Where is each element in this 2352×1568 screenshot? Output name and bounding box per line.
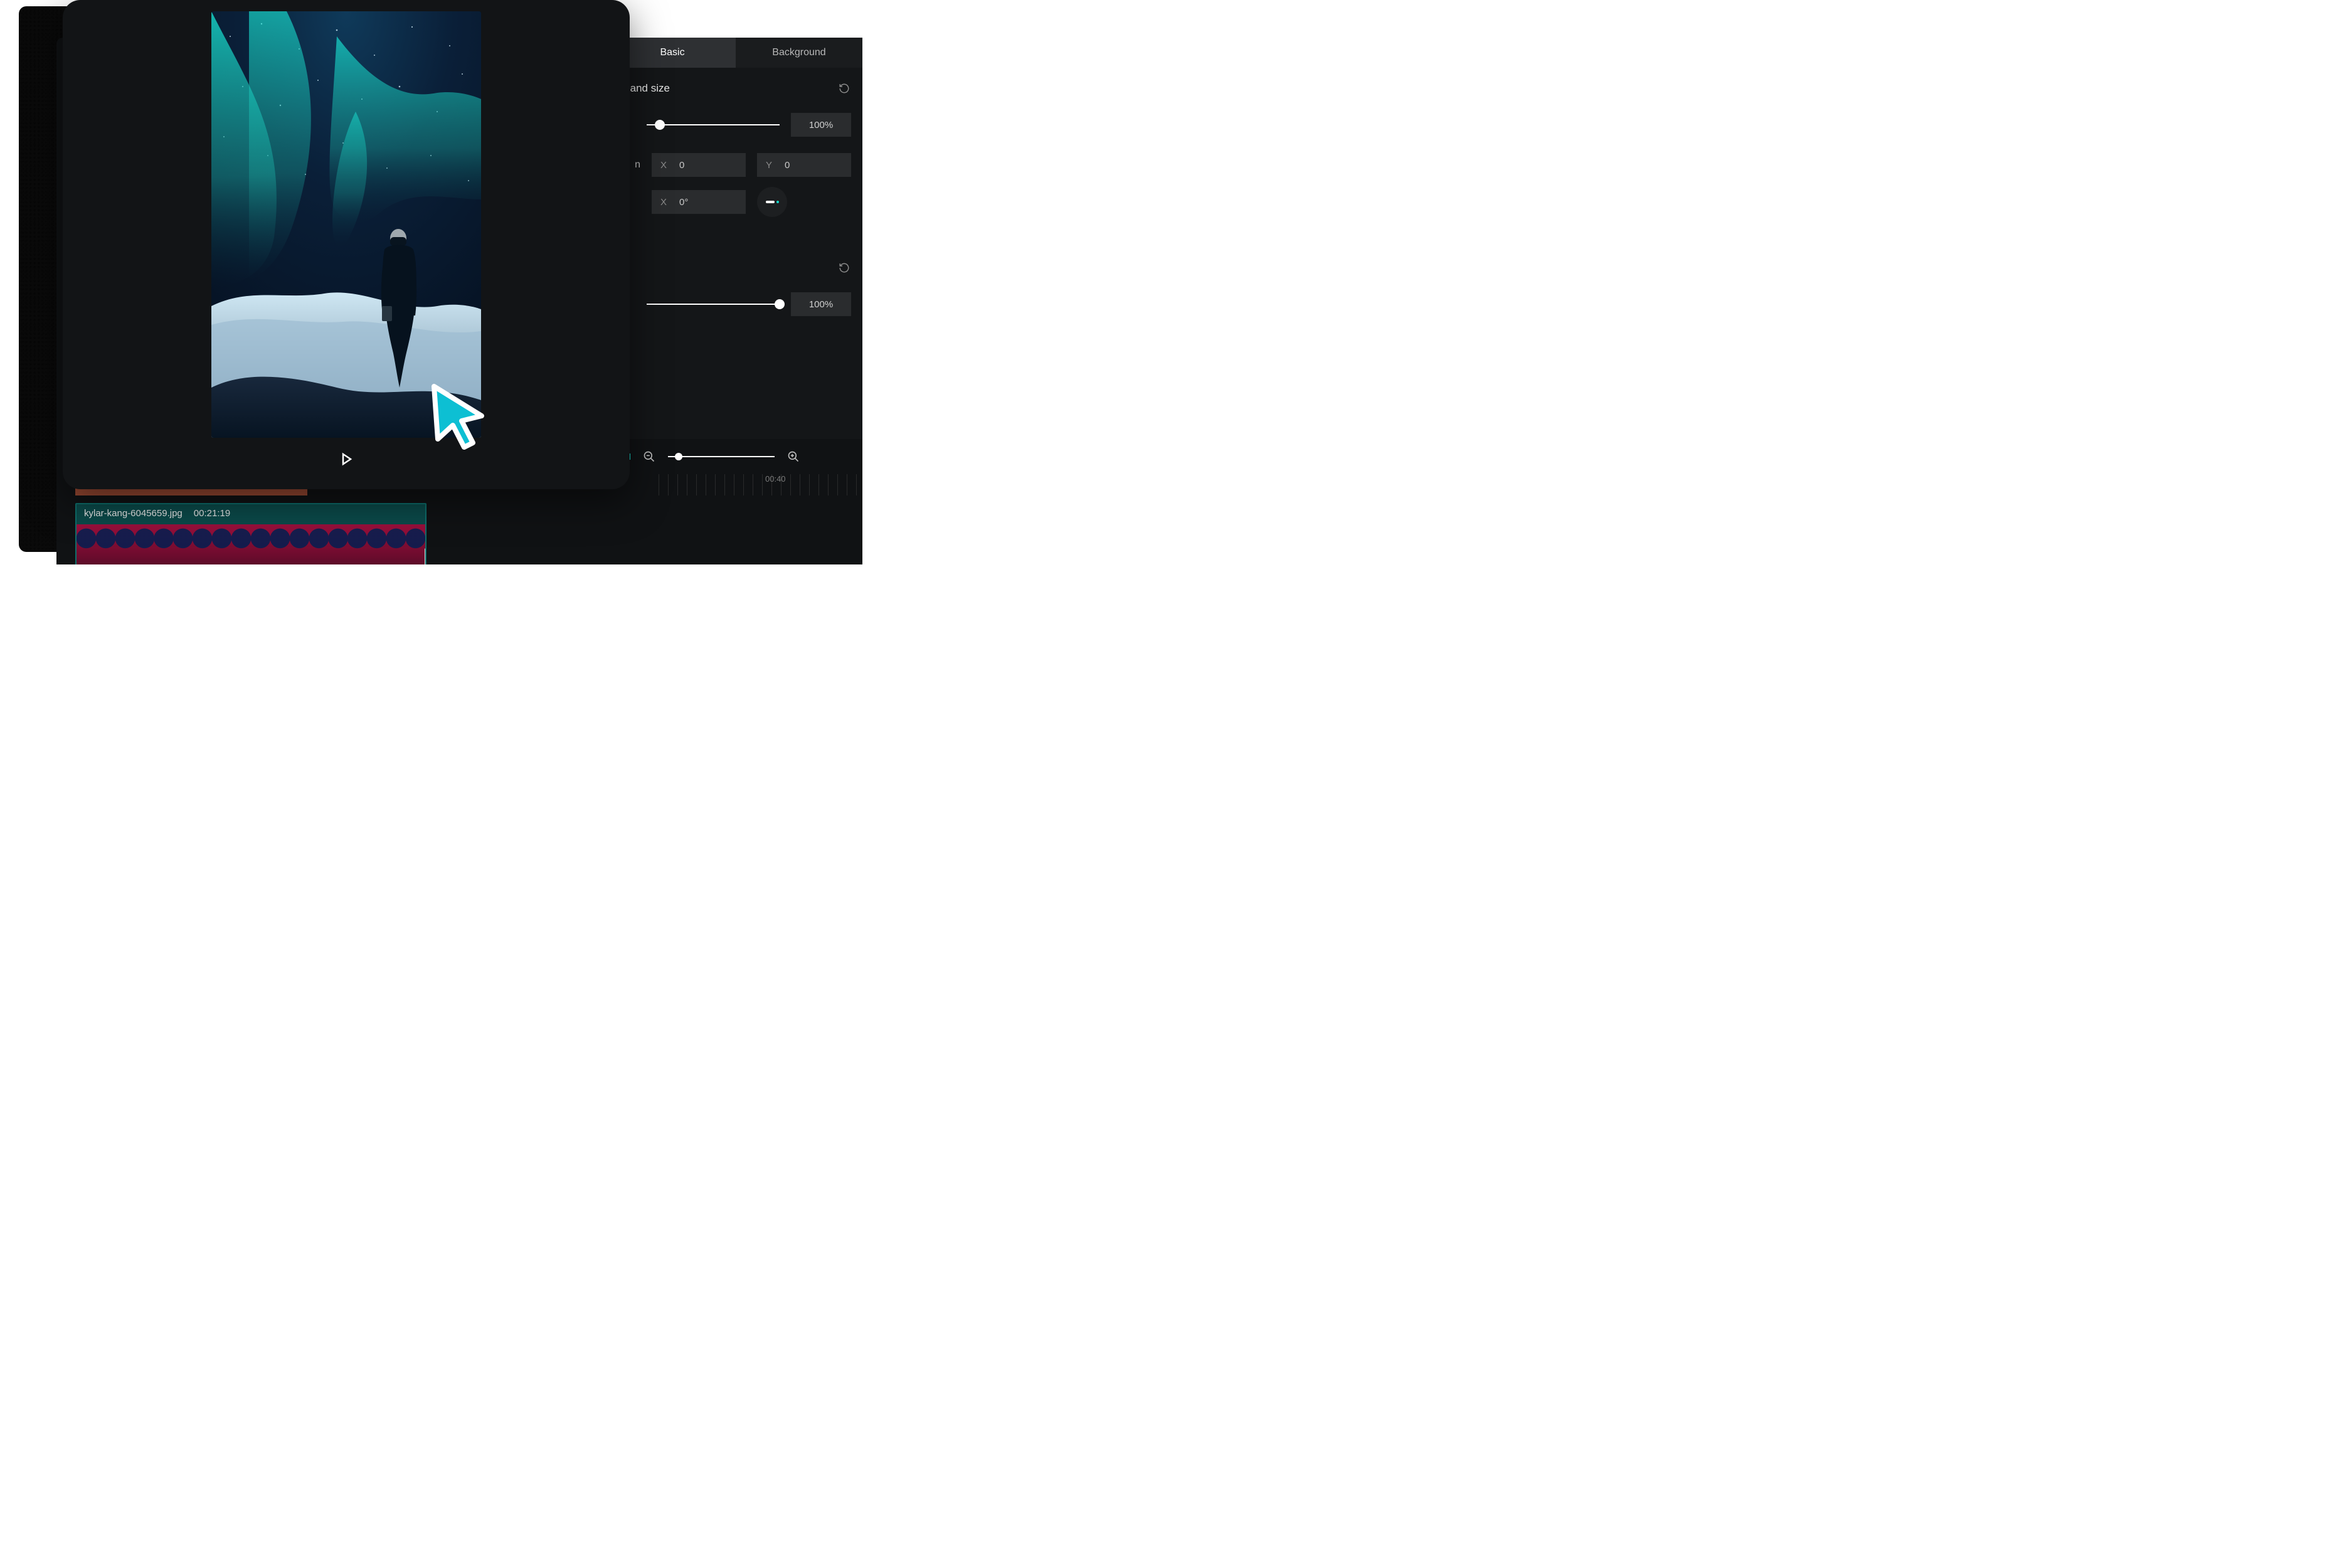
- rotation-toggle-bar: [766, 201, 775, 203]
- play-icon: [339, 452, 354, 467]
- scale-slider-thumb[interactable]: [655, 120, 665, 130]
- scale-slider[interactable]: [647, 124, 780, 125]
- rotation-toggle[interactable]: [757, 187, 787, 217]
- axis-y-label: Y: [766, 160, 772, 171]
- clip-header: kylar-kang-6045659.jpg 00:21:19: [77, 504, 425, 522]
- reset-opacity-button[interactable]: [837, 261, 851, 275]
- opacity-slider[interactable]: [647, 304, 780, 305]
- reset-position-button[interactable]: [837, 82, 851, 95]
- opacity-row: 100%: [609, 281, 862, 327]
- video-clip[interactable]: kylar-kang-6045659.jpg 00:21:19: [75, 503, 426, 564]
- rotation-row: X 0°: [609, 182, 862, 222]
- zoom-in-button[interactable]: [787, 450, 800, 463]
- video-preview[interactable]: [211, 11, 481, 438]
- rotation-toggle-dot: [776, 201, 779, 203]
- timeline-zoom-slider[interactable]: [668, 456, 775, 457]
- reset-icon: [839, 262, 850, 273]
- zoom-in-icon: [787, 450, 800, 463]
- axis-x-label: X: [660, 160, 667, 171]
- tab-background[interactable]: Background: [736, 38, 862, 68]
- position-y-value: 0: [785, 160, 790, 171]
- clip-thumbnails: [77, 524, 425, 564]
- position-size-section-header: on and size: [609, 68, 862, 102]
- reset-icon: [839, 83, 850, 94]
- opacity-slider-thumb[interactable]: [775, 299, 785, 309]
- opacity-section-header: [609, 222, 862, 281]
- position-x-field[interactable]: X 0: [652, 153, 746, 177]
- clip-right-handle[interactable]: [425, 548, 426, 564]
- clip-filename: kylar-kang-6045659.jpg: [84, 508, 183, 519]
- position-x-value: 0: [679, 160, 684, 171]
- opacity-value[interactable]: 100%: [791, 292, 851, 316]
- preview-controls: [339, 438, 354, 480]
- clip-duration: 00:21:19: [194, 508, 230, 519]
- preview-card: [63, 0, 630, 489]
- rotation-field[interactable]: X 0°: [652, 190, 746, 214]
- scale-row: 100%: [609, 102, 862, 148]
- zoom-out-icon: [643, 450, 655, 463]
- timeline-zoom-thumb[interactable]: [675, 453, 682, 460]
- rotation-value: 0°: [679, 197, 688, 208]
- position-row: n X 0 Y 0: [609, 148, 862, 182]
- position-y-field[interactable]: Y 0: [757, 153, 851, 177]
- play-button[interactable]: [339, 452, 354, 467]
- timeline-tracks: kylar-kang-6045659.jpg 00:21:19: [75, 477, 862, 564]
- timeline-toolbar: [602, 439, 862, 474]
- zoom-out-button[interactable]: [643, 450, 655, 463]
- rotation-axis-label: X: [660, 197, 667, 208]
- properties-panel: Basic Background on and size 100% n X 0: [609, 38, 862, 439]
- scale-value[interactable]: 100%: [791, 113, 851, 137]
- panel-tabs: Basic Background: [609, 38, 862, 68]
- preview-image: [211, 11, 481, 438]
